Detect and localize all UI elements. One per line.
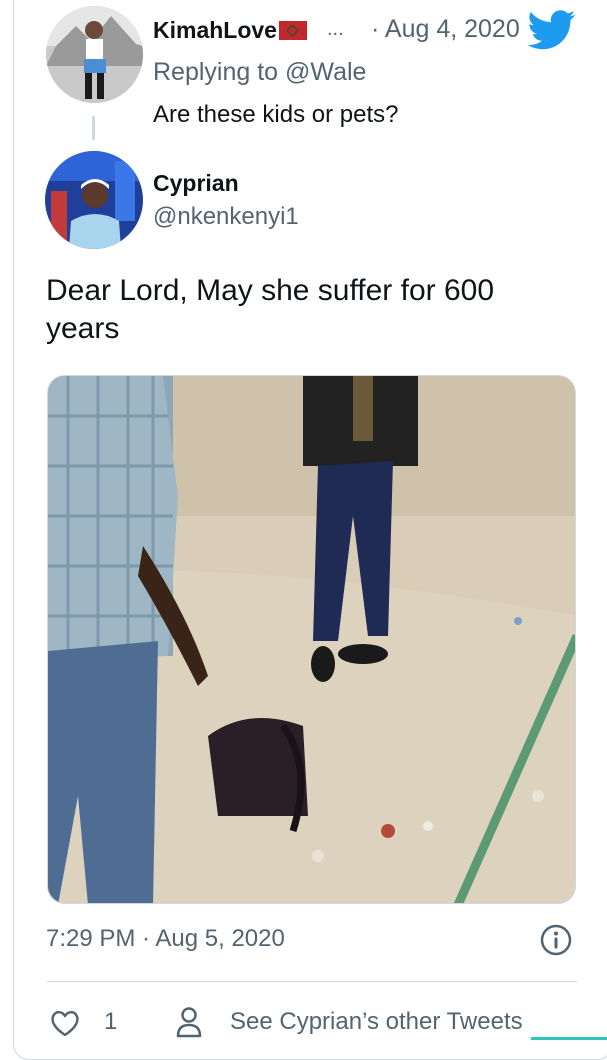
see-other-tweets-link[interactable]: See Cyprian’s other Tweets xyxy=(230,1008,523,1036)
cyprian-avatar[interactable] xyxy=(45,151,143,249)
reply-date-link[interactable]: · Aug 4, 2020 xyxy=(371,15,520,44)
thread-connector-line xyxy=(92,116,95,140)
twitter-bird-icon[interactable] xyxy=(528,10,576,50)
main-author-name[interactable]: Cyprian xyxy=(153,170,239,197)
replying-to-label[interactable]: Replying to @Wale xyxy=(153,58,366,87)
photo-icon xyxy=(48,376,575,903)
reply-name-ellipsis: ... xyxy=(327,18,344,40)
kimahlove-avatar[interactable] xyxy=(46,6,143,103)
reply-author-name[interactable]: KimahLove xyxy=(153,17,307,44)
main-tweet-text: Dear Lord, May she suffer for 600 years xyxy=(46,274,495,345)
actions-divider xyxy=(47,981,577,982)
reply-author-name-text: KimahLove xyxy=(153,17,277,43)
heart-icon[interactable] xyxy=(49,1008,81,1038)
person-icon[interactable] xyxy=(175,1006,203,1038)
main-author-handle[interactable]: @nkenkenyi1 xyxy=(153,203,299,231)
morocco-flag-icon xyxy=(278,21,307,40)
like-count: 1 xyxy=(104,1008,118,1035)
reply-tweet-text: Are these kids or pets? xyxy=(153,101,399,128)
tweet-timestamp[interactable]: 7:29 PM · Aug 5, 2020 xyxy=(46,925,285,953)
tweet-media-photo[interactable] xyxy=(47,375,576,904)
info-icon[interactable] xyxy=(540,924,572,956)
